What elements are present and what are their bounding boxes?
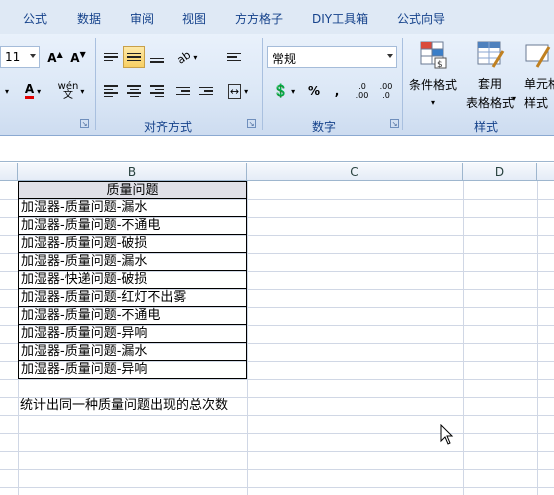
shrink-font-button[interactable]: A▼ bbox=[67, 46, 89, 68]
align-middle-button[interactable] bbox=[123, 46, 145, 68]
align-top-button[interactable] bbox=[100, 46, 122, 68]
merge-icon: ↔ bbox=[227, 83, 242, 99]
conditional-format-label: 条件格式 bbox=[408, 78, 457, 92]
styles-group-label: 样式 bbox=[474, 120, 499, 134]
table-row[interactable]: 加湿器-质量问题-漏水 bbox=[18, 199, 247, 217]
increase-decimal-button[interactable]: .0 .00 bbox=[351, 80, 373, 102]
ribbon-tab-bar: 公式 数据 审阅 视图 方方格子 DIY工具箱 公式向导 bbox=[0, 0, 554, 34]
align-center-button[interactable] bbox=[123, 80, 145, 102]
note-cell[interactable]: 统计出同一种质量问题出现的总次数 bbox=[18, 397, 318, 415]
table-row[interactable]: 加湿器-快递问题-破损 bbox=[18, 271, 247, 289]
font-dialog-launcher[interactable]: ↘ bbox=[80, 119, 89, 128]
dropdown-icon: ▾ bbox=[430, 98, 435, 107]
alignment-group-label: 对齐方式 bbox=[144, 120, 193, 134]
cell-styles-label-1: 单元格 bbox=[524, 77, 554, 91]
column-header-bar: B C D bbox=[0, 163, 554, 181]
increase-indent-button[interactable] bbox=[195, 80, 217, 102]
decrease-indent-icon bbox=[176, 86, 190, 96]
decrease-decimal-icon: .00 .0 bbox=[379, 82, 393, 100]
font-color-button[interactable]: A ▾ bbox=[18, 80, 48, 102]
table-row[interactable]: 加湿器-质量问题-不通电 bbox=[18, 217, 247, 235]
wrap-text-button[interactable] bbox=[223, 46, 245, 68]
decrease-decimal-button[interactable]: .00 .0 bbox=[375, 80, 397, 102]
conditional-format-icon: $ bbox=[420, 41, 447, 69]
table-row[interactable]: 加湿器-质量问题-漏水 bbox=[18, 253, 247, 271]
font-size-combo[interactable]: 11 bbox=[0, 46, 40, 68]
tab-data[interactable]: 数据 bbox=[77, 10, 101, 27]
column-header-d[interactable]: D bbox=[463, 163, 537, 181]
fill-color-button[interactable]: ▾ bbox=[0, 80, 14, 102]
align-right-icon bbox=[150, 85, 164, 97]
align-center-icon bbox=[127, 85, 141, 97]
align-bottom-icon bbox=[150, 57, 164, 63]
tab-diy-toolbox[interactable]: DIY工具箱 bbox=[312, 10, 368, 27]
align-left-icon bbox=[104, 85, 118, 97]
shrink-font-icon: A▼ bbox=[70, 49, 86, 65]
column-header-e[interactable] bbox=[537, 163, 554, 181]
ribbon: 11 A▲ A▼ ▾ A ▾ wén 文 ▾ ↘ ab ▾ ↔ ▾ 对齐方式 ↘… bbox=[0, 34, 554, 136]
orientation-icon: ab bbox=[174, 47, 193, 67]
number-format-combo[interactable]: 常规 bbox=[267, 46, 397, 68]
align-bottom-button[interactable] bbox=[146, 46, 168, 68]
currency-icon: 💲 bbox=[272, 83, 290, 99]
tab-fangfangezi[interactable]: 方方格子 bbox=[235, 10, 283, 27]
column-header-b[interactable]: B bbox=[18, 163, 247, 181]
comma-icon: , bbox=[334, 84, 340, 98]
align-right-button[interactable] bbox=[146, 80, 168, 102]
tab-formula-wizard[interactable]: 公式向导 bbox=[397, 10, 445, 27]
conditional-format-button[interactable]: $ 条件格式 ▾ bbox=[407, 38, 459, 112]
cell-styles-icon bbox=[525, 44, 551, 68]
alignment-dialog-launcher[interactable]: ↘ bbox=[247, 119, 256, 128]
column-header-c[interactable]: C bbox=[247, 163, 463, 181]
dropdown-icon: ▾ bbox=[4, 86, 9, 96]
number-format-value: 常规 bbox=[272, 52, 297, 66]
header-cell-quality-issue[interactable]: 质量问题 bbox=[18, 181, 247, 199]
font-color-icon: A bbox=[24, 83, 35, 99]
number-dialog-launcher[interactable]: ↘ bbox=[390, 119, 399, 128]
format-as-table-button[interactable]: 套用 表格格式 bbox=[460, 38, 520, 112]
align-left-button[interactable] bbox=[100, 80, 122, 102]
format-as-table-label-1: 套用 bbox=[477, 77, 502, 91]
tab-view[interactable]: 视图 bbox=[182, 10, 206, 27]
tab-formulas[interactable]: 公式 bbox=[23, 10, 47, 27]
column-header-a[interactable] bbox=[0, 163, 18, 181]
accounting-format-button[interactable]: 💲 ▾ bbox=[267, 80, 301, 102]
dropdown-icon: ▾ bbox=[512, 94, 517, 103]
group-separator bbox=[95, 38, 96, 130]
cell-styles-label-2: 样式 bbox=[524, 96, 549, 110]
table-row[interactable]: 加湿器-质量问题-不通电 bbox=[18, 307, 247, 325]
phonetic-guide-button[interactable]: wén 文 ▾ bbox=[54, 80, 88, 102]
phonetic-icon: wén 文 bbox=[57, 81, 79, 101]
group-separator bbox=[402, 38, 403, 130]
orientation-button[interactable]: ab ▾ bbox=[171, 46, 203, 68]
table-row[interactable]: 加湿器-质量问题-异响 bbox=[18, 361, 247, 379]
group-separator bbox=[262, 38, 263, 130]
increase-indent-icon bbox=[199, 86, 213, 96]
align-middle-icon bbox=[127, 52, 141, 62]
table-row[interactable]: 加湿器-质量问题-漏水 bbox=[18, 343, 247, 361]
number-group-label: 数字 bbox=[312, 120, 337, 134]
cell-styles-button[interactable]: 单元格 样式 bbox=[522, 38, 554, 112]
wrap-text-icon bbox=[227, 52, 241, 62]
worksheet-grid[interactable]: 质量问题 加湿器-质量问题-漏水 加湿器-质量问题-不通电 加湿器-质量问题-破损加… bbox=[0, 181, 554, 495]
align-top-icon bbox=[104, 52, 118, 62]
table-row[interactable]: 加湿器-质量问题-异响 bbox=[18, 325, 247, 343]
percent-icon: % bbox=[307, 84, 321, 98]
comma-style-button[interactable]: , bbox=[327, 80, 347, 102]
merge-center-button[interactable]: ↔ ▾ bbox=[223, 80, 253, 102]
grow-font-button[interactable]: A▲ bbox=[44, 46, 66, 68]
svg-text:$: $ bbox=[437, 60, 443, 69]
format-as-table-icon bbox=[477, 41, 505, 68]
table-row[interactable]: 加湿器-质量问题-红灯不出雾 bbox=[18, 289, 247, 307]
font-size-value: 11 bbox=[5, 50, 21, 64]
format-as-table-label-2: 表格格式 bbox=[465, 96, 514, 110]
decrease-indent-button[interactable] bbox=[172, 80, 194, 102]
mouse-cursor-icon bbox=[440, 424, 454, 445]
percent-style-button[interactable]: % bbox=[303, 80, 325, 102]
formula-bar[interactable] bbox=[0, 137, 554, 162]
increase-decimal-icon: .0 .00 bbox=[355, 82, 369, 100]
table-row[interactable]: 加湿器-质量问题-破损 bbox=[18, 235, 247, 253]
grow-font-icon: A▲ bbox=[47, 49, 63, 65]
tab-review[interactable]: 审阅 bbox=[130, 10, 154, 27]
